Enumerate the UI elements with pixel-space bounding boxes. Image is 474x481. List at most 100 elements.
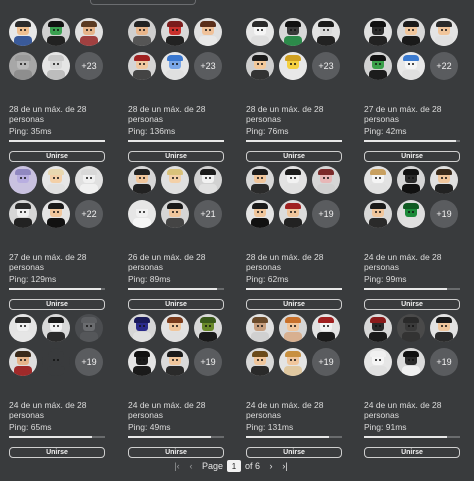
join-button[interactable]: Unirse [128,447,224,458]
join-button[interactable]: Unirse [364,151,460,162]
last-page-icon[interactable]: ›| [278,461,292,471]
player-avatar[interactable] [75,314,103,342]
more-players-badge: +19 [430,348,458,376]
player-avatar[interactable] [312,314,340,342]
ping-label: Ping: 65ms [9,422,52,432]
player-avatar[interactable] [161,348,189,376]
player-avatar[interactable] [364,314,392,342]
player-avatar[interactable] [364,52,392,80]
player-count: 27 de un máx. de 28 personas [9,252,87,272]
player-avatar[interactable] [246,200,274,228]
ping-label: Ping: 91ms [364,422,407,432]
player-avatar[interactable] [397,166,425,194]
server-card: +19 24 de un máx. de 28 personas Ping: 99m… [364,166,474,314]
player-avatar[interactable] [430,166,458,194]
player-avatar[interactable] [9,166,37,194]
player-avatar[interactable] [364,348,392,376]
player-avatar[interactable] [42,52,70,80]
player-avatar[interactable] [194,314,222,342]
player-avatar[interactable] [397,200,425,228]
capacity-bar-fill [9,140,105,142]
player-avatar[interactable] [364,18,392,46]
player-avatar[interactable] [75,18,103,46]
player-avatar[interactable] [279,52,307,80]
player-avatar[interactable] [42,348,70,376]
player-avatar[interactable] [161,166,189,194]
more-players-badge: +22 [430,52,458,80]
player-avatar[interactable] [246,348,274,376]
capacity-bar-fill [9,436,92,438]
player-avatar[interactable] [364,200,392,228]
player-count: 28 de un máx. de 28 personas [246,104,324,124]
more-players-badge: +21 [194,200,222,228]
player-avatar[interactable] [246,52,274,80]
player-avatar[interactable] [128,348,156,376]
capacity-bar [246,436,342,438]
player-avatar[interactable] [194,166,222,194]
join-button[interactable]: Unirse [364,299,460,310]
player-avatar[interactable] [397,314,425,342]
player-avatar[interactable] [128,200,156,228]
player-avatar[interactable] [246,314,274,342]
player-avatar[interactable] [75,166,103,194]
player-avatar[interactable] [128,314,156,342]
player-avatar[interactable] [312,166,340,194]
ping-label: Ping: 62ms [246,274,289,284]
prev-page-icon[interactable]: ‹ [184,461,198,471]
player-avatar[interactable] [42,200,70,228]
join-button[interactable]: Unirse [9,447,105,458]
player-avatar[interactable] [279,18,307,46]
player-avatar[interactable] [430,18,458,46]
player-avatar[interactable] [279,314,307,342]
capacity-bar-fill [246,436,329,438]
first-page-icon[interactable]: |‹ [170,461,184,471]
player-avatar[interactable] [194,18,222,46]
player-avatar[interactable] [279,348,307,376]
player-avatar[interactable] [9,18,37,46]
player-avatar[interactable] [364,166,392,194]
player-avatar[interactable] [161,200,189,228]
player-avatar[interactable] [397,18,425,46]
join-button[interactable]: Unirse [246,447,342,458]
join-button[interactable]: Unirse [128,151,224,162]
player-avatar[interactable] [42,18,70,46]
player-avatar[interactable] [42,314,70,342]
join-button[interactable]: Unirse [246,151,342,162]
player-avatar[interactable] [430,314,458,342]
player-avatar[interactable] [9,348,37,376]
player-avatar[interactable] [9,200,37,228]
capacity-bar-fill [364,140,457,142]
page-number-input[interactable]: 1 [227,460,242,472]
player-avatar[interactable] [128,166,156,194]
capacity-bar-fill [128,140,224,142]
player-avatar[interactable] [246,166,274,194]
player-avatar[interactable] [128,52,156,80]
player-avatar[interactable] [246,18,274,46]
player-avatar[interactable] [312,18,340,46]
server-card: +19 24 de un máx. de 28 personas Ping: 131… [246,314,356,462]
player-avatar[interactable] [42,166,70,194]
player-avatars: +19 [246,314,346,380]
capacity-bar [128,288,224,290]
player-avatar[interactable] [279,166,307,194]
join-button[interactable]: Unirse [9,299,105,310]
player-avatar[interactable] [279,200,307,228]
join-button[interactable]: Unirse [246,299,342,310]
server-card: +23 28 de un máx. de 28 personas Ping: 76m… [246,18,356,166]
capacity-bar [9,288,105,290]
next-page-icon[interactable]: › [264,461,278,471]
join-button[interactable]: Unirse [364,447,460,458]
player-avatar[interactable] [9,314,37,342]
player-avatar[interactable] [9,52,37,80]
join-button[interactable]: Unirse [9,151,105,162]
player-avatar[interactable] [161,52,189,80]
join-button[interactable]: Unirse [128,299,224,310]
player-avatar[interactable] [161,18,189,46]
more-players-badge: +19 [430,200,458,228]
player-avatars: +23 [246,18,346,84]
player-avatar[interactable] [397,348,425,376]
server-card: +23 28 de un máx. de 28 personas Ping: 35m… [9,18,119,166]
player-avatar[interactable] [128,18,156,46]
player-avatar[interactable] [397,52,425,80]
player-avatar[interactable] [161,314,189,342]
